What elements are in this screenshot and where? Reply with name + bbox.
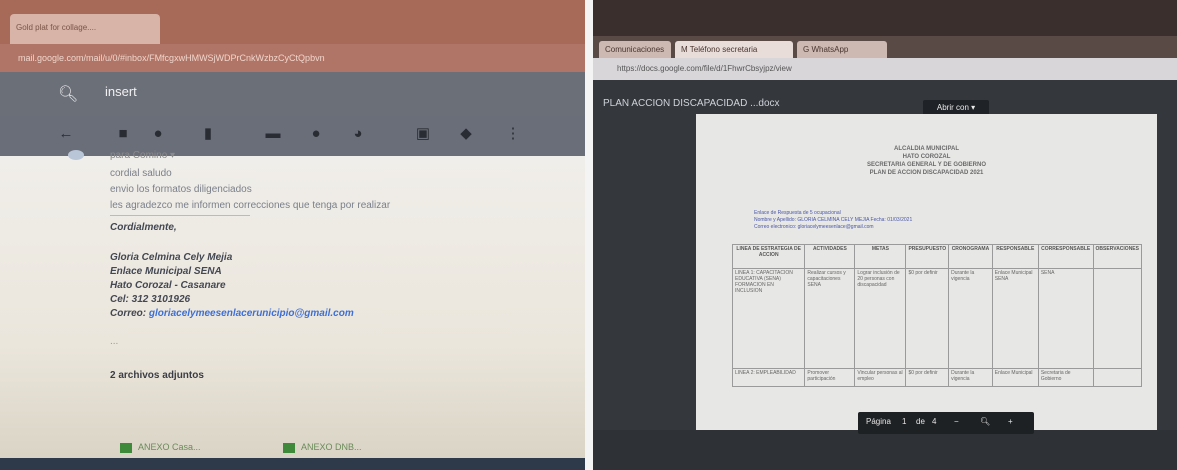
signature-location: Hato Corozal - Casanare (110, 280, 226, 291)
signature-name: Gloria Celmina Cely Mejia (110, 252, 233, 263)
right-tab-bar: Comunicaciones M Teléfono secretaria G W… (593, 36, 1177, 58)
right-browser-window: Comunicaciones M Teléfono secretaria G W… (593, 0, 1177, 470)
table-cell: Promover participación (804, 368, 856, 387)
left-address-bar[interactable]: mail.google.com/mail/u/0/#inbox/FMfcgxwH… (0, 44, 585, 72)
table-cell (1092, 368, 1143, 387)
right-address-bar[interactable]: https://docs.google.com/file/d/1FhwrCbsy… (593, 58, 1177, 80)
body-line-2: envio los formatos diligenciados (110, 184, 252, 195)
table-cell: Vincular personas al empleo (854, 368, 907, 387)
attachment-item-2[interactable]: ANEXO DNB... (283, 442, 362, 453)
recipient-line[interactable]: para Comino ▾ (110, 150, 175, 161)
more-icon[interactable]: ⋮ (505, 126, 521, 142)
sheet-icon (120, 442, 132, 453)
table-header: METAS (854, 244, 907, 269)
label-icon[interactable]: ◆ (458, 126, 474, 142)
table-row: LINEA 2: EMPLEABILIDAD Promover particip… (731, 368, 1143, 387)
page-label: Página (866, 417, 891, 426)
delete-icon[interactable]: ▮ (200, 126, 216, 142)
document-page: ALCALDIA MUNICIPAL HATO COROZAL SECRETAR… (696, 114, 1157, 434)
left-tab-bar: Gold plat for collage.... (0, 0, 585, 44)
table-cell: Durante la vigencia (948, 368, 993, 387)
attachments-header: 2 archivos adjuntos (110, 370, 204, 381)
table-header: OBSERVACIONES (1092, 244, 1143, 269)
table-header: ACTIVIDADES (804, 244, 856, 269)
table-header-row: LINEA DE ESTRATEGIA DE ACCION ACTIVIDADE… (731, 244, 1143, 269)
table-cell: SENA (1037, 268, 1094, 369)
table-cell: Lograr inclusión de 20 personas con disc… (854, 268, 907, 369)
search-icon[interactable]: 🔍︎ (58, 84, 78, 104)
table-cell: Enlace Municipal SENA (991, 268, 1039, 369)
avatar (68, 150, 84, 160)
body-line-3: les agradezco me informen correcciones q… (110, 200, 391, 211)
table-cell: Durante la vigencia (948, 268, 993, 369)
doc-heading-3: SECRETARIA GENERAL Y DE GOBIERNO (866, 162, 987, 168)
email-body: para Comino ▾ cordial saludo envio los f… (0, 150, 585, 470)
table-header: PRESUPUESTO (905, 244, 950, 269)
table-cell: $0 por definir (905, 268, 950, 369)
signature-phone: Cel: 312 3101926 (110, 294, 191, 305)
archive-icon[interactable]: ■ (115, 126, 131, 142)
right-window-top (593, 0, 1177, 36)
viewer-bottom-bar (593, 430, 1177, 470)
body-line-1: cordial saludo (110, 168, 172, 179)
zoom-out-icon[interactable]: − (954, 417, 959, 426)
signature-role: Enlace Municipal SENA (110, 266, 222, 277)
table-header: LINEA DE ESTRATEGIA DE ACCION (731, 244, 806, 269)
table-cell: $0 por definir (905, 368, 950, 387)
sheet-icon (283, 442, 296, 453)
drive-viewer: PLAN ACCION DISCAPACIDAD ...docx Abrir c… (593, 80, 1177, 470)
attachment-list: ANEXO Casa... ANEXO DNB... (120, 442, 362, 453)
table-header: CORRESPONSABLE (1037, 244, 1094, 269)
back-arrow-icon[interactable]: ← (58, 126, 74, 142)
snooze-icon[interactable]: ● (308, 126, 324, 142)
attachment-item-1[interactable]: ANEXO Casa... (120, 442, 201, 453)
gmail-search-bar: 🔍︎ insert (0, 72, 585, 116)
table-cell: LINEA 2: EMPLEABILIDAD (731, 368, 806, 387)
table-header: CRONOGRAMA (948, 244, 993, 269)
image-divider (585, 0, 593, 470)
page-number-input[interactable]: 1 (902, 417, 906, 426)
trimmed-content-toggle[interactable]: ... (110, 336, 118, 347)
report-spam-icon[interactable]: ● (150, 126, 166, 142)
move-to-icon[interactable]: ▣ (415, 126, 431, 142)
tab-whatsapp[interactable]: G WhatsApp (797, 41, 887, 58)
mark-unread-icon[interactable]: ▬ (265, 126, 281, 142)
email-link[interactable]: gloriacelymeesenlacerunicipio@gmail.com (149, 308, 354, 319)
closing: Cordialmente, (110, 222, 177, 233)
tab-comunicaciones[interactable]: Comunicaciones (599, 41, 671, 58)
doc-meta-3: Correo electronico: gloriacelymeesenlace… (754, 224, 874, 230)
taskbar (0, 458, 585, 470)
add-task-icon[interactable]: ◕ (350, 126, 366, 142)
table-cell: LINEA 1: CAPACITACION EDUCATIVA (SENA) F… (731, 268, 806, 369)
signature-email-row: Correo: gloriacelymeesenlacerunicipio@gm… (110, 308, 354, 319)
signature-divider (110, 215, 250, 216)
left-browser-tab[interactable]: Gold plat for collage.... (10, 14, 160, 44)
action-plan-table: LINEA DE ESTRATEGIA DE ACCION ACTIVIDADE… (731, 244, 1143, 387)
left-browser-window: Gold plat for collage.... mail.google.co… (0, 0, 585, 470)
search-input[interactable]: insert (105, 84, 137, 99)
page-separator: de (916, 417, 925, 426)
doc-heading-2: HATO COROZAL (902, 154, 951, 160)
zoom-icon[interactable]: 🔍︎ (980, 417, 990, 426)
tab-secretaria[interactable]: M Teléfono secretaria (675, 41, 793, 58)
table-cell: Secretaria de Gobierno (1037, 368, 1094, 387)
doc-meta-2: Nombre y Apellido: GLORIA CELMINA CELY M… (754, 217, 913, 223)
doc-heading-4: PLAN DE ACCION DISCAPACIDAD 2021 (869, 170, 984, 176)
page-total: 4 (932, 417, 937, 426)
zoom-in-icon[interactable]: + (1008, 417, 1013, 426)
table-cell: Enlace Municipal (991, 368, 1039, 387)
doc-meta-1: Enlace de Respuesta de 5 ocupacional (754, 210, 841, 216)
gmail-toolbar: ← ■ ● ▮ ▬ ● ◕ ▣ ◆ ⋮ (0, 116, 585, 156)
doc-heading-1: ALCALDIA MUNICIPAL (894, 146, 959, 152)
table-row: LINEA 1: CAPACITACION EDUCATIVA (SENA) F… (731, 268, 1143, 369)
table-cell: Realizar cursos y capacitaciones SENA (804, 268, 856, 369)
page-navigator: Página 1 de 4 − 🔍︎ + (858, 412, 1034, 434)
table-cell (1092, 268, 1143, 369)
file-title: PLAN ACCION DISCAPACIDAD ...docx (603, 98, 780, 109)
table-header: RESPONSABLE (991, 244, 1039, 269)
email-label: Correo: (110, 308, 147, 319)
